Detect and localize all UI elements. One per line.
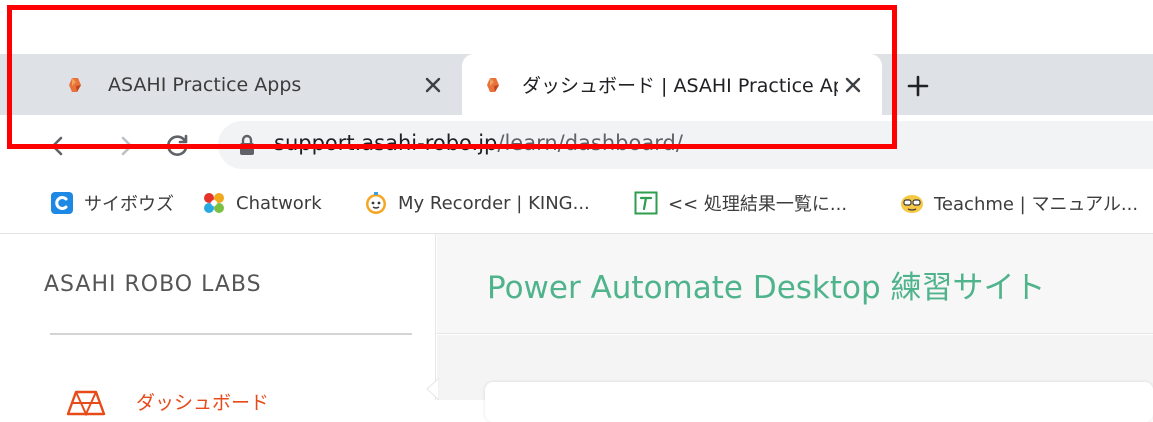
page-title: Power Automate Desktop 練習サイト (487, 270, 1046, 306)
sidebar-item-label: ダッシュボード (136, 391, 270, 414)
cybozu-icon (51, 192, 73, 214)
bookmark-processing-results[interactable]: << 処理結果一覧に... (634, 188, 847, 218)
sidebar-item-dashboard[interactable]: ダッシュボード (66, 386, 269, 416)
sidebar-divider (50, 333, 412, 335)
bookmark-cybozu[interactable]: サイボウズ (50, 188, 174, 218)
bookmark-label: Teachme | マニュアル... (934, 194, 1139, 215)
sidebar (26, 234, 436, 400)
bookmark-label: My Recorder | KING... (398, 192, 590, 214)
bookmark-teachme[interactable]: Teachme | マニュアル... (900, 188, 1138, 218)
sidebar-collapse-notch (426, 378, 439, 400)
bookmark-label: Chatwork (236, 192, 322, 214)
recorder-icon (366, 192, 386, 214)
bookmark-my-recorder[interactable]: My Recorder | KING... (364, 188, 590, 218)
teachme-icon (901, 195, 923, 213)
bookmark-label: サイボウズ (84, 194, 174, 215)
text-t-icon (634, 191, 658, 215)
new-tab-button[interactable] (902, 70, 934, 102)
highlight-annotation-box (7, 5, 897, 149)
chatwork-icon (204, 193, 224, 213)
dashboard-icon (66, 390, 106, 416)
brand-logo-text[interactable]: ASAHI ROBO LABS (44, 272, 262, 297)
bookmark-label: << 処理結果一覧に... (668, 194, 848, 215)
plus-icon (907, 75, 929, 97)
content-card (485, 382, 1153, 422)
bookmark-chatwork[interactable]: Chatwork (202, 188, 322, 218)
